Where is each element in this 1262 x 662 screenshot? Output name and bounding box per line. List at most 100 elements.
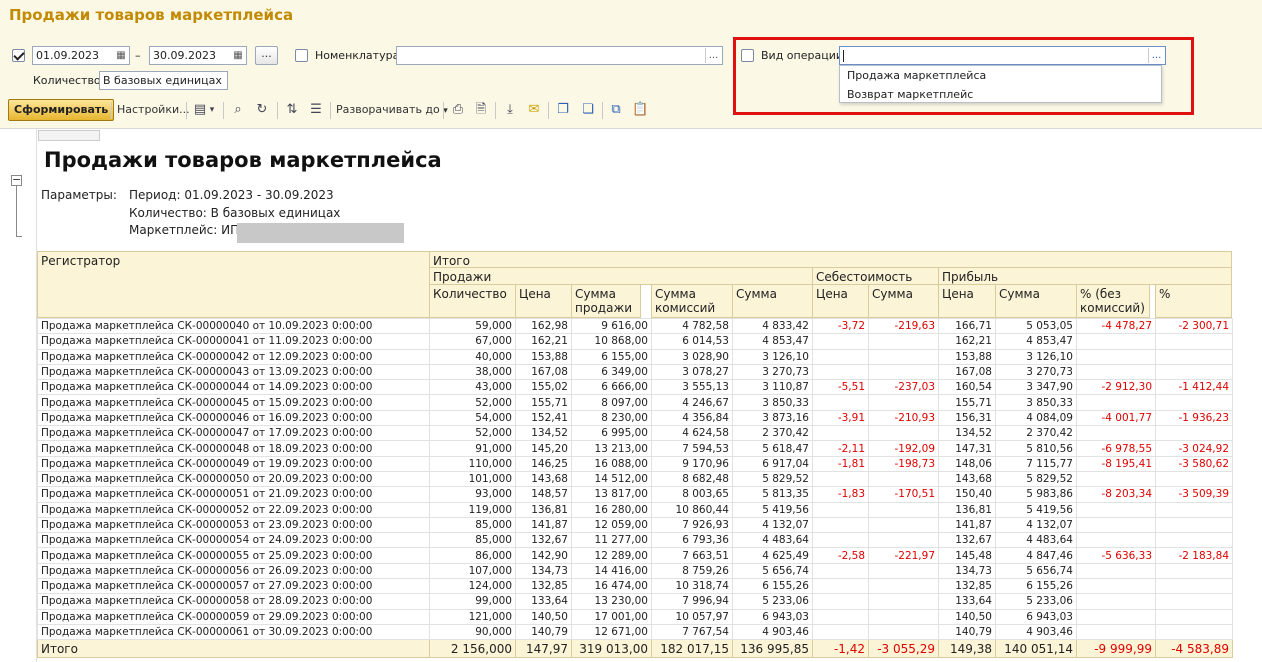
cell-registrar[interactable]: Продажа маркетплейса СК-00000044 от 14.0… [37, 379, 430, 396]
table-cell[interactable]: 6 943,03 [995, 608, 1077, 625]
table-cell[interactable] [1076, 593, 1156, 610]
table-cell[interactable]: -1,42 [812, 639, 869, 659]
table-cell[interactable]: 3 126,10 [732, 348, 813, 365]
mail-icon[interactable]: ✉ [526, 102, 542, 118]
nomenclature-checkbox[interactable] [295, 49, 308, 62]
table-cell[interactable] [1076, 516, 1156, 534]
table-cell[interactable]: 5 419,56 [732, 501, 813, 518]
table-cell[interactable]: 182 017,15 [651, 639, 733, 659]
table-cell[interactable]: 4 132,07 [732, 516, 813, 534]
sort-icon[interactable]: ⇅ [284, 102, 300, 118]
table-cell[interactable]: 167,08 [515, 363, 572, 381]
table-cell[interactable]: 3 555,13 [651, 379, 733, 396]
table-cell[interactable]: 4 624,58 [651, 425, 733, 442]
table-cell[interactable] [1155, 501, 1233, 518]
table-cell[interactable]: 11 277,00 [571, 532, 652, 549]
table-cell[interactable]: 7 663,51 [651, 547, 733, 564]
table-cell[interactable] [812, 562, 869, 580]
table-cell[interactable]: 14 416,00 [571, 562, 652, 580]
table-row[interactable]: Продажа маркетплейса СК-00000043 от 13.0… [37, 363, 1233, 381]
table-cell[interactable] [868, 593, 939, 610]
table-cell[interactable]: 319 013,00 [571, 639, 652, 659]
table-cell[interactable]: -3 024,92 [1155, 440, 1233, 457]
table-cell[interactable]: 7 926,93 [651, 516, 733, 534]
table-cell[interactable] [1155, 470, 1233, 488]
table-row[interactable]: Продажа маркетплейса СК-00000051 от 21.0… [37, 486, 1233, 503]
table-cell[interactable]: 2 370,42 [995, 425, 1077, 442]
table-cell[interactable] [1155, 363, 1233, 381]
table-cell[interactable]: 162,21 [938, 333, 996, 350]
paste-icon[interactable]: 📋 [632, 102, 648, 118]
table-cell[interactable]: 4 853,47 [995, 333, 1077, 350]
table-row[interactable]: Продажа маркетплейса СК-00000040 от 10.0… [37, 317, 1233, 335]
table-cell[interactable]: 13 213,00 [571, 440, 652, 457]
table-cell[interactable] [1076, 470, 1156, 488]
table-cell[interactable] [1155, 593, 1233, 610]
table-cell[interactable]: 59,000 [429, 317, 516, 335]
table-cell[interactable] [868, 501, 939, 518]
table-cell[interactable] [1076, 363, 1156, 381]
table-cell[interactable]: 156,31 [938, 409, 996, 427]
table-cell[interactable]: 150,40 [938, 486, 996, 503]
table-cell[interactable]: 43,000 [429, 379, 516, 396]
table-row[interactable]: Продажа маркетплейса СК-00000053 от 23.0… [37, 516, 1233, 534]
table-cell[interactable]: 12 671,00 [571, 623, 652, 641]
table-cell[interactable] [868, 532, 939, 549]
cell-registrar[interactable]: Продажа маркетплейса СК-00000043 от 13.0… [37, 363, 430, 381]
table-cell[interactable]: 140,50 [938, 608, 996, 625]
table-cell[interactable]: 140,50 [515, 608, 572, 625]
save-icon[interactable]: ⤓ [502, 102, 518, 118]
table-cell[interactable] [812, 593, 869, 610]
table-cell[interactable]: 134,52 [515, 425, 572, 442]
table-cell[interactable]: 8 682,48 [651, 470, 733, 488]
table-cell[interactable]: 4 903,46 [995, 623, 1077, 641]
table-cell[interactable]: 38,000 [429, 363, 516, 381]
table-cell[interactable]: -3 055,29 [868, 639, 939, 659]
table-cell[interactable]: 134,73 [938, 562, 996, 580]
table-cell[interactable]: 6 155,00 [571, 348, 652, 365]
table-cell[interactable]: 6 155,26 [995, 578, 1077, 595]
calendar-icon[interactable]: ▦ [114, 48, 128, 63]
table-cell[interactable]: 133,64 [938, 593, 996, 610]
table-cell[interactable]: -1 936,23 [1155, 409, 1233, 427]
cell-registrar[interactable]: Продажа маркетплейса СК-00000040 от 10.0… [37, 317, 430, 335]
table-cell[interactable]: 140,79 [938, 623, 996, 641]
table-cell[interactable]: -3,72 [812, 317, 869, 335]
table-cell[interactable] [1076, 578, 1156, 595]
table-cell[interactable]: 91,000 [429, 440, 516, 457]
table-cell[interactable]: 140 051,14 [995, 639, 1077, 659]
cell-registrar[interactable]: Продажа маркетплейса СК-00000042 от 12.0… [37, 348, 430, 365]
table-cell[interactable]: 5 829,52 [732, 470, 813, 488]
table-cell[interactable]: 134,73 [515, 562, 572, 580]
table-cell[interactable]: 142,90 [515, 547, 572, 564]
table-row[interactable]: Продажа маркетплейса СК-00000052 от 22.0… [37, 501, 1233, 518]
table-cell[interactable] [1155, 623, 1233, 641]
table-cell[interactable]: -4 583,89 [1155, 639, 1233, 659]
table-cell[interactable]: 5 618,47 [732, 440, 813, 457]
table-row[interactable]: Продажа маркетплейса СК-00000045 от 15.0… [37, 394, 1233, 411]
table-cell[interactable] [868, 623, 939, 641]
cell-registrar[interactable]: Продажа маркетплейса СК-00000050 от 20.0… [37, 470, 430, 488]
table-cell[interactable]: 4 625,49 [732, 547, 813, 564]
cell-registrar[interactable]: Продажа маркетплейса СК-00000045 от 15.0… [37, 394, 430, 411]
table-cell[interactable]: 155,02 [515, 379, 572, 396]
table-cell[interactable]: 132,67 [515, 532, 572, 549]
compare-icon[interactable]: ❏ [580, 102, 596, 118]
cell-registrar[interactable]: Итого [37, 639, 430, 659]
table-cell[interactable]: -1,81 [812, 455, 869, 472]
table-cell[interactable]: 6 793,36 [651, 532, 733, 549]
table-cell[interactable]: 152,41 [515, 409, 572, 427]
table-cell[interactable]: 2 156,000 [429, 639, 516, 659]
table-cell[interactable]: 6 014,53 [651, 333, 733, 350]
table-cell[interactable]: 5 233,06 [995, 593, 1077, 610]
table-cell[interactable]: 5 983,86 [995, 486, 1077, 503]
table-cell[interactable]: -192,09 [868, 440, 939, 457]
table-cell[interactable]: 10 318,74 [651, 578, 733, 595]
table-row[interactable]: Продажа маркетплейса СК-00000058 от 28.0… [37, 593, 1233, 610]
cell-registrar[interactable]: Продажа маркетплейса СК-00000061 от 30.0… [37, 623, 430, 641]
table-cell[interactable] [812, 532, 869, 549]
table-row[interactable]: Продажа маркетплейса СК-00000061 от 30.0… [37, 623, 1233, 641]
table-cell[interactable]: 143,68 [938, 470, 996, 488]
table-cell[interactable] [1076, 394, 1156, 411]
table-cell[interactable]: 7 115,77 [995, 455, 1077, 472]
